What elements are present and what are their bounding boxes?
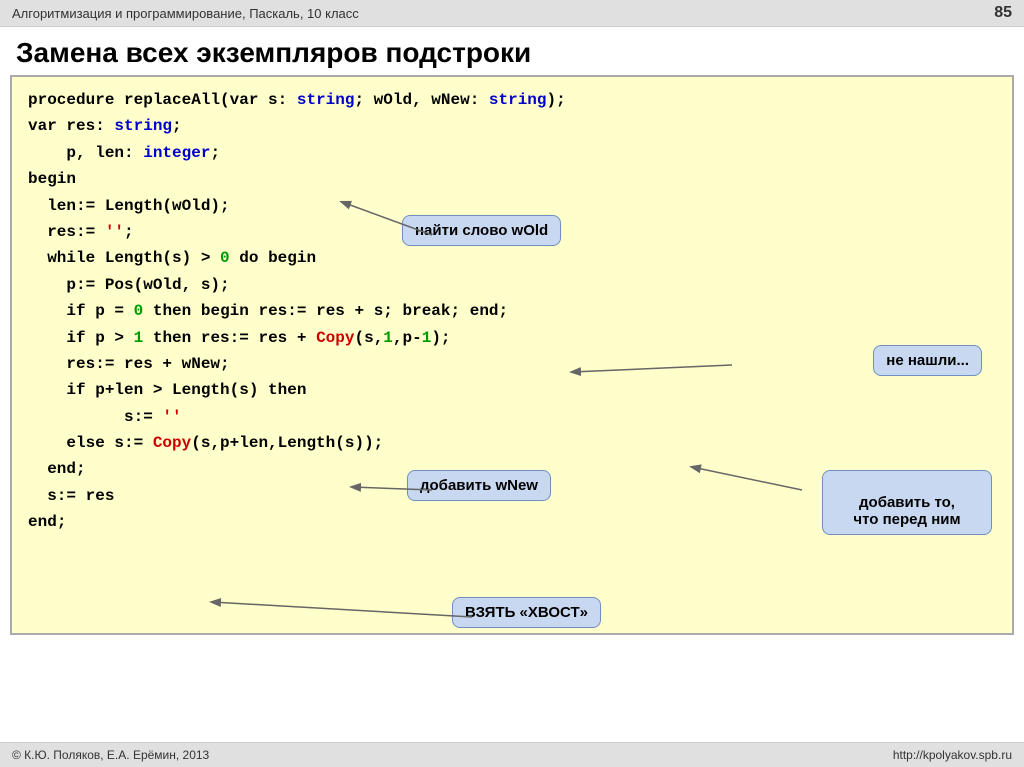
code-container: procedure replaceAll(var s: string; wOld… xyxy=(10,75,1014,635)
code-block: procedure replaceAll(var s: string; wOld… xyxy=(28,87,996,536)
code-line-12: if p+len > Length(s) then xyxy=(28,377,996,403)
footer: © К.Ю. Поляков, Е.А. Ерёмин, 2013 http:/… xyxy=(0,742,1024,767)
code-line-3: p, len: integer; xyxy=(28,140,996,166)
bubble-dobavit-to: добавить то, что перед ним xyxy=(822,470,992,535)
top-bar: Алгоритмизация и программирование, Паска… xyxy=(0,0,1024,27)
code-line-4: begin xyxy=(28,166,996,192)
header-title: Алгоритмизация и программирование, Паска… xyxy=(12,6,359,21)
code-line-8: p:= Pos(wOld, s); xyxy=(28,272,996,298)
code-line-1: procedure replaceAll(var s: string; wOld… xyxy=(28,87,996,113)
bubble-dobavit-wnew: добавить wNew xyxy=(407,470,551,501)
bubble-vzyat: ВЗЯТЬ «ХВОСТ» xyxy=(452,597,601,628)
page-number: 85 xyxy=(994,4,1012,22)
code-line-10: if p > 1 then res:= res + Copy(s,1,p-1); xyxy=(28,325,996,351)
code-line-7: while Length(s) > 0 do begin xyxy=(28,245,996,271)
code-line-13: s:= '' xyxy=(28,404,996,430)
page-title: Замена всех экземпляров подстроки xyxy=(0,27,1024,75)
code-line-9: if p = 0 then begin res:= res + s; break… xyxy=(28,298,996,324)
code-line-14: else s:= Copy(s,p+len,Length(s)); xyxy=(28,430,996,456)
code-line-2: var res: string; xyxy=(28,113,996,139)
footer-right: http://kpolyakov.spb.ru xyxy=(893,748,1012,762)
code-line-11: res:= res + wNew; xyxy=(28,351,996,377)
bubble-ne-nashli: не нашли... xyxy=(873,345,982,376)
bubble-nayti: найти слово wOld xyxy=(402,215,561,246)
footer-left: © К.Ю. Поляков, Е.А. Ерёмин, 2013 xyxy=(12,748,209,762)
